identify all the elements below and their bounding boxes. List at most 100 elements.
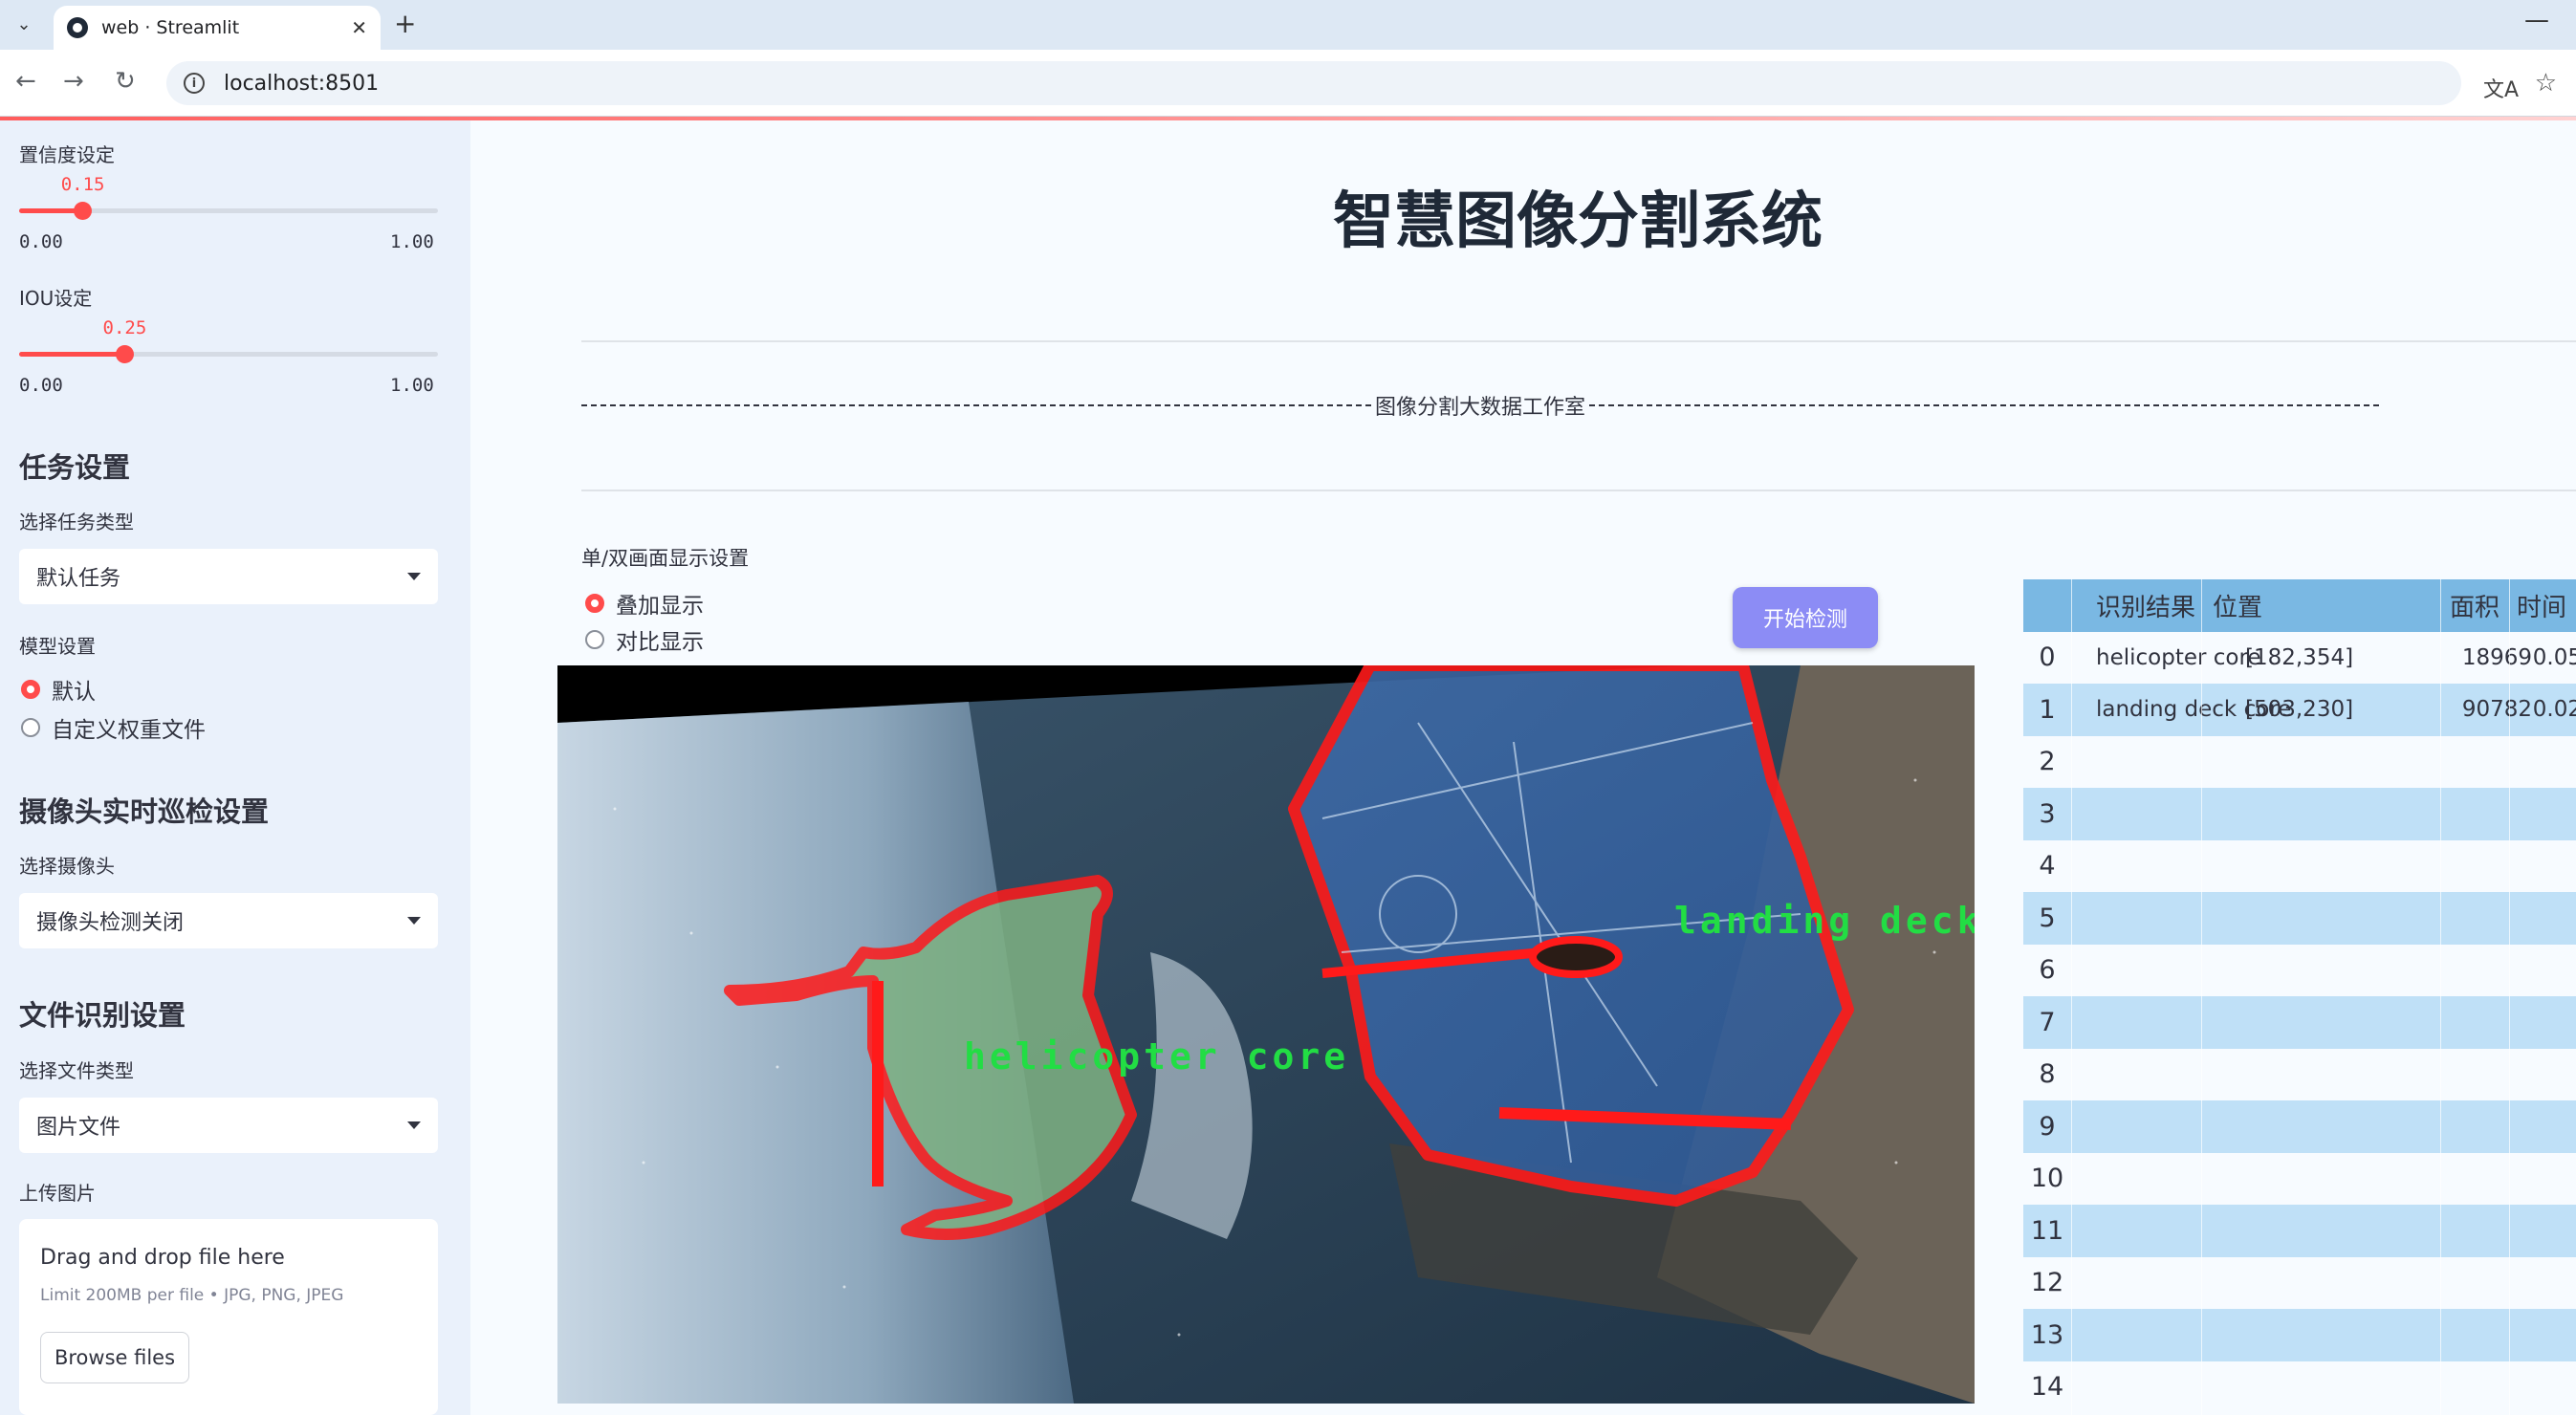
confidence-value: 0.15 — [60, 174, 105, 195]
iou-slider[interactable] — [19, 345, 438, 363]
table-row[interactable]: 3 — [2023, 788, 2576, 840]
confidence-slider[interactable] — [19, 202, 438, 220]
row-position: [503,230] — [2245, 697, 2354, 723]
row-position — [2245, 1049, 2389, 1101]
table-row[interactable]: 10 — [2023, 1153, 2576, 1206]
browser-tab-bar: ⌄ web · Streamlit ✕ + — — [0, 0, 2576, 50]
deck-object-mask — [1529, 936, 1623, 978]
start-detection-button[interactable]: 开始检测 — [1733, 587, 1878, 648]
site-info-icon[interactable]: i — [184, 73, 205, 94]
chevron-down-icon — [407, 1121, 421, 1129]
browser-tab[interactable]: web · Streamlit ✕ — [54, 6, 381, 50]
results-table[interactable]: 识别结果 位置 面积 时间 0 helicopter core [182,354] 1… — [2023, 579, 2576, 1415]
table-row[interactable]: 0 helicopter core [182,354] 18969 0.05 — [2023, 632, 2576, 685]
url-field[interactable]: i localhost:8501 — [166, 61, 2461, 105]
row-time — [2524, 788, 2576, 840]
upload-limits: Limit 200MB per file • JPG, PNG, JPEG — [40, 1286, 344, 1305]
reload-icon[interactable]: ↻ — [115, 67, 136, 96]
forward-arrow-icon[interactable]: → — [63, 67, 84, 96]
model-option-label: 默认 — [52, 680, 96, 705]
bookmark-star-icon[interactable]: ☆ — [2535, 69, 2557, 98]
header-position[interactable]: 位置 — [2213, 579, 2356, 632]
model-option-default[interactable]: 默认 — [21, 673, 96, 706]
radio-selected-icon — [21, 680, 40, 699]
row-area — [2450, 1153, 2536, 1206]
camera-select[interactable]: 摄像头检测关闭 — [19, 893, 438, 948]
row-index: 14 — [2030, 1372, 2064, 1403]
dashed-rule — [581, 404, 1371, 406]
table-row[interactable]: 2 — [2023, 736, 2576, 789]
row-time: 0.05 — [2532, 644, 2576, 670]
table-row[interactable]: 11 — [2023, 1205, 2576, 1257]
row-index: 1 — [2039, 694, 2056, 725]
row-index: 12 — [2030, 1268, 2064, 1298]
iou-slider-fill — [19, 352, 124, 357]
minimize-window-icon[interactable]: — — [2524, 6, 2549, 34]
camera-settings-heading: 摄像头实时巡检设置 — [19, 795, 270, 828]
display-option-compare[interactable]: 对比显示 — [585, 623, 704, 656]
divider — [581, 340, 2576, 342]
segmentation-canvas: helicopter core landing deck core — [557, 665, 1975, 1404]
row-position — [2245, 736, 2389, 789]
back-arrow-icon[interactable]: ← — [15, 67, 36, 96]
row-position — [2245, 1205, 2389, 1257]
browse-files-button[interactable]: Browse files — [40, 1332, 189, 1383]
radio-unselected-icon — [21, 718, 40, 737]
row-area — [2450, 788, 2536, 840]
row-area — [2450, 892, 2536, 945]
address-bar: ← → ↻ i localhost:8501 文A ☆ — [0, 50, 2576, 117]
row-index: 6 — [2039, 955, 2056, 986]
row-area — [2450, 1361, 2536, 1414]
iou-value: 0.25 — [102, 317, 147, 338]
table-row[interactable]: 12 — [2023, 1257, 2576, 1310]
row-index: 4 — [2039, 851, 2056, 882]
row-area: 90782 — [2461, 697, 2532, 723]
row-time — [2524, 736, 2576, 789]
segmentation-result-image: helicopter core landing deck core — [557, 665, 1975, 1404]
row-index: 2 — [2039, 747, 2056, 777]
chevron-down-icon — [407, 917, 421, 925]
confidence-slider-thumb[interactable] — [73, 202, 92, 220]
confidence-max: 1.00 — [390, 231, 434, 252]
model-option-custom[interactable]: 自定义权重文件 — [21, 711, 206, 744]
table-row[interactable]: 13 — [2023, 1309, 2576, 1361]
studio-banner-text: 图像分割大数据工作室 — [1375, 396, 1586, 420]
iou-max: 1.00 — [390, 375, 434, 396]
row-time — [2524, 1153, 2576, 1206]
dashed-rule — [1589, 404, 2379, 406]
header-area[interactable]: 面积 — [2450, 579, 2507, 632]
row-area — [2450, 1205, 2536, 1257]
column-divider — [2201, 579, 2202, 1415]
new-tab-icon[interactable]: + — [394, 8, 416, 39]
table-row[interactable]: 4 — [2023, 840, 2576, 893]
file-type-select[interactable]: 图片文件 — [19, 1098, 438, 1153]
tab-list-dropdown-icon[interactable]: ⌄ — [10, 10, 38, 38]
header-time[interactable]: 时间 — [2517, 579, 2576, 632]
row-time — [2524, 1361, 2576, 1414]
table-row[interactable]: 8 — [2023, 1049, 2576, 1101]
confidence-slider-fill — [19, 208, 82, 213]
display-option-label: 对比显示 — [616, 630, 704, 655]
table-row[interactable]: 14 — [2023, 1361, 2576, 1414]
table-row[interactable]: 6 — [2023, 945, 2576, 997]
table-row[interactable]: 7 — [2023, 996, 2576, 1049]
row-index: 11 — [2030, 1215, 2064, 1246]
row-position — [2245, 1361, 2389, 1414]
row-time — [2524, 945, 2576, 997]
translate-icon[interactable]: 文A — [2483, 73, 2519, 103]
table-row[interactable]: 9 — [2023, 1100, 2576, 1153]
column-divider — [2509, 579, 2510, 1415]
display-option-overlay[interactable]: 叠加显示 — [585, 587, 704, 620]
camera-select-value: 摄像头检测关闭 — [36, 911, 185, 935]
row-area — [2450, 1049, 2536, 1101]
file-settings-heading: 文件识别设置 — [19, 999, 186, 1032]
iou-slider-thumb[interactable] — [115, 345, 134, 363]
task-type-select[interactable]: 默认任务 — [19, 549, 438, 604]
row-time — [2524, 840, 2576, 893]
iou-label: IOU设定 — [19, 287, 93, 310]
close-tab-icon[interactable]: ✕ — [351, 16, 367, 39]
table-row[interactable]: 5 — [2023, 892, 2576, 945]
file-uploader-dropzone[interactable]: Drag and drop file here Limit 200MB per … — [19, 1219, 438, 1415]
table-row[interactable]: 1 landing deck core [503,230] 90782 0.02 — [2023, 684, 2576, 736]
row-index: 7 — [2039, 1007, 2056, 1037]
